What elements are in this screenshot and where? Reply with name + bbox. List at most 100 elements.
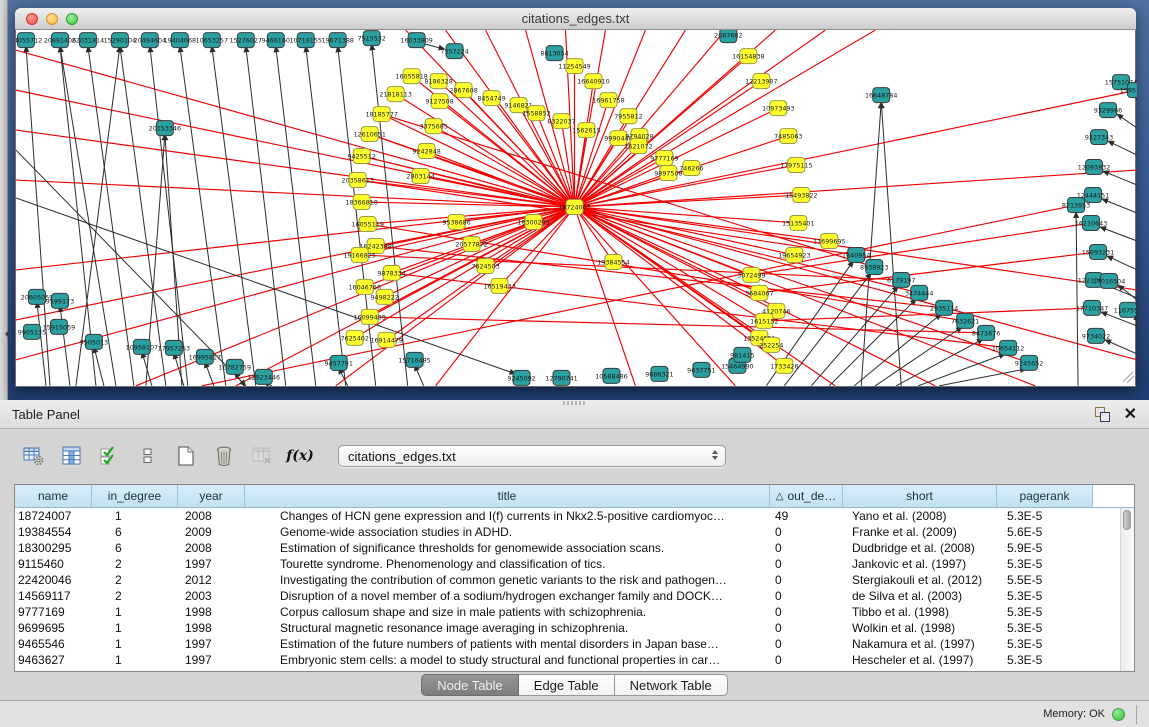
- table-cell[interactable]: Jankovic et al. (1997): [843, 556, 997, 572]
- table-cell[interactable]: 5.3E-5: [997, 556, 1093, 572]
- graph-node[interactable]: 11254549: [558, 59, 590, 74]
- graph-node[interactable]: 10588486: [595, 368, 627, 383]
- graph-node[interactable]: 8471676: [972, 325, 1000, 340]
- table-cell[interactable]: 1997: [178, 636, 245, 652]
- column-header-pagerank[interactable]: pagerank: [997, 485, 1093, 507]
- graph-node[interactable]: 16154838: [732, 49, 764, 64]
- graph-node[interactable]: 15290104: [104, 33, 136, 48]
- table-cell[interactable]: 2: [92, 588, 178, 604]
- table-row[interactable]: 1456911722003Disruption of a novel membe…: [15, 588, 1134, 604]
- graph-node[interactable]: 12790741: [545, 370, 577, 385]
- table-cell[interactable]: 0: [770, 572, 843, 588]
- table-cell[interactable]: 6: [92, 524, 178, 540]
- table-cell[interactable]: 1998: [178, 620, 245, 636]
- table-cell[interactable]: 2: [92, 556, 178, 572]
- table-row[interactable]: 1872400712008Changes of HCN gene express…: [15, 508, 1134, 524]
- table-cell[interactable]: 2012: [178, 572, 245, 588]
- table-cell[interactable]: 0: [770, 636, 843, 652]
- graph-node[interactable]: 21818113: [379, 87, 411, 102]
- table-cell[interactable]: 9777169: [15, 604, 92, 620]
- graph-node[interactable]: 9878334: [377, 265, 405, 280]
- table-settings-icon[interactable]: [22, 444, 46, 468]
- graph-node[interactable]: 15493822: [785, 188, 817, 203]
- new-table-icon[interactable]: [174, 444, 198, 468]
- left-panel-divider[interactable]: [0, 0, 8, 400]
- graph-node[interactable]: 9734022: [1082, 328, 1110, 343]
- graph-node[interactable]: 10654112: [992, 340, 1024, 355]
- table-cell[interactable]: 5.9E-5: [997, 540, 1093, 556]
- graph-node[interactable]: 17975115: [780, 158, 812, 173]
- table-cell[interactable]: 0: [770, 524, 843, 540]
- graph-node[interactable]: 9227343: [1085, 130, 1113, 145]
- table-cell[interactable]: Estimation of the future numbers of pati…: [245, 636, 770, 652]
- network-window-titlebar[interactable]: citations_edges.txt: [15, 8, 1136, 30]
- table-cell[interactable]: Tourette syndrome. Phenomenology and cla…: [245, 556, 770, 572]
- table-row[interactable]: 977716911998Corpus callosum shape and si…: [15, 604, 1134, 620]
- graph-node[interactable]: 22031814: [72, 33, 104, 48]
- collapse-left-arrow-icon[interactable]: [1, 330, 9, 338]
- table-cell[interactable]: 2009: [178, 524, 245, 540]
- graph-node[interactable]: 10653257: [196, 33, 228, 48]
- network-canvas[interactable]: 1872400716055818818632828676088454749914…: [15, 30, 1136, 387]
- graph-node[interactable]: 17957253: [158, 340, 190, 355]
- table-cell[interactable]: Disruption of a novel member of a sodium…: [245, 588, 770, 604]
- table-row[interactable]: 969969511998Structural magnetic resonanc…: [15, 620, 1134, 636]
- table-cell[interactable]: 9463627: [15, 652, 92, 668]
- graph-node[interactable]: 9637751: [687, 362, 715, 377]
- network-graph[interactable]: 1872400716055818818632828676088454749914…: [16, 30, 1137, 386]
- column-header-short[interactable]: short: [843, 485, 997, 507]
- table-cell[interactable]: 0: [770, 540, 843, 556]
- table-cell[interactable]: 5.6E-5: [997, 524, 1093, 540]
- graph-node[interactable]: 252254: [759, 337, 783, 352]
- table-cell[interactable]: Dudbridge et al. (2008): [843, 540, 997, 556]
- tab-edge-table[interactable]: Edge Table: [519, 674, 615, 696]
- graph-node[interactable]: 2087682: [714, 30, 742, 43]
- graph-node[interactable]: 10719155: [290, 33, 322, 48]
- graph-node[interactable]: 1167553: [1114, 302, 1137, 317]
- table-cell[interactable]: 18724007: [15, 508, 92, 524]
- table-cell[interactable]: 1998: [178, 604, 245, 620]
- table-cell[interactable]: 0: [770, 556, 843, 572]
- table-cell[interactable]: Nakamura et al. (1997): [843, 636, 997, 652]
- graph-node[interactable]: 9245652: [1015, 355, 1043, 370]
- table-cell[interactable]: Changes of HCN gene expression and I(f) …: [245, 508, 770, 524]
- table-row[interactable]: 2242004622012Investigating the contribut…: [15, 572, 1134, 588]
- table-cell[interactable]: 18300295: [15, 540, 92, 556]
- graph-node[interactable]: 12923446: [248, 369, 280, 384]
- graph-node[interactable]: 16519433: [483, 278, 515, 293]
- table-cell[interactable]: 0: [770, 588, 843, 604]
- scrollbar-thumb[interactable]: [1123, 510, 1131, 530]
- table-cell[interactable]: 2008: [178, 508, 245, 524]
- graph-node[interactable]: 10958107: [126, 339, 158, 354]
- graph-node[interactable]: 981415: [730, 347, 754, 362]
- table-cell[interactable]: Estimation of significance thresholds fo…: [245, 540, 770, 556]
- table-row[interactable]: 946362711997Embryonic stem cells: a mode…: [15, 652, 1134, 668]
- graph-node[interactable]: 9466160: [262, 33, 290, 48]
- graph-node[interactable]: 19654923: [778, 247, 810, 262]
- graph-node[interactable]: 20358613: [341, 173, 373, 188]
- float-panel-icon[interactable]: [1095, 407, 1110, 422]
- graph-node[interactable]: 9425512: [347, 149, 375, 164]
- graph-node[interactable]: 19404068: [164, 33, 196, 48]
- graph-node[interactable]: 8813054: [540, 46, 568, 61]
- graph-node[interactable]: 1562615: [572, 123, 600, 138]
- table-cell[interactable]: Investigating the contribution of common…: [245, 572, 770, 588]
- table-cell[interactable]: 5.5E-5: [997, 572, 1093, 588]
- table-cell[interactable]: 5.3E-5: [997, 620, 1093, 636]
- graph-node[interactable]: 8454749: [477, 91, 505, 106]
- graph-node[interactable]: 7515532: [357, 31, 385, 46]
- graph-node[interactable]: 15135401: [782, 215, 814, 230]
- table-cell[interactable]: Yano et al. (2008): [843, 508, 997, 524]
- graph-node[interactable]: 1733426: [770, 358, 798, 373]
- vertical-scrollbar[interactable]: [1120, 508, 1134, 671]
- column-header-name[interactable]: name: [15, 485, 92, 507]
- row-height-icon[interactable]: [136, 444, 160, 468]
- table-cell[interactable]: Stergiakouli et al. (2012): [843, 572, 997, 588]
- tab-node-table[interactable]: Node Table: [421, 674, 519, 696]
- table-cell[interactable]: 2003: [178, 588, 245, 604]
- table-cell[interactable]: 1: [92, 620, 178, 636]
- graph-node[interactable]: 16640910: [577, 74, 609, 89]
- table-row[interactable]: 946554611997Estimation of the future num…: [15, 636, 1134, 652]
- graph-node[interactable]: 15716485: [398, 352, 430, 367]
- table-cell[interactable]: 5.3E-5: [997, 636, 1093, 652]
